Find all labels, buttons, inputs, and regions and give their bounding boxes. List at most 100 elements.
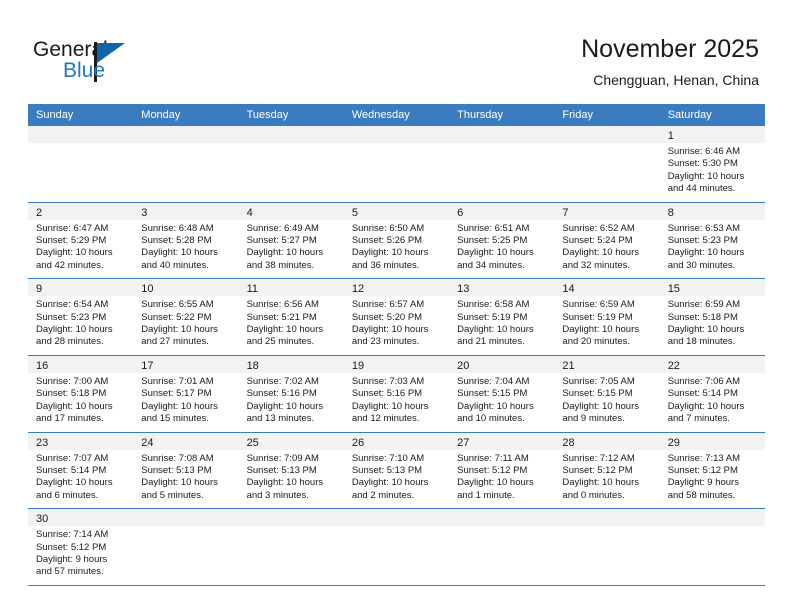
day-number-band: 23 xyxy=(28,432,134,450)
sunset-text: Sunset: 5:25 PM xyxy=(457,235,528,247)
day-number-band: 9 xyxy=(28,279,134,297)
calendar-day-cell[interactable]: 12 Sunrise: 6:57 AM Sunset: 5:20 PM Dayligh… xyxy=(343,279,450,355)
day-number-band: 16 xyxy=(28,355,134,373)
day-number-band xyxy=(554,509,660,527)
sunrise-text: Sunrise: 7:08 AM xyxy=(141,452,214,464)
daylight-text: Daylight: 10 hours xyxy=(667,247,745,259)
calendar-day-cell[interactable]: 15 Sunrise: 6:59 AM Sunset: 5:18 PM Dayligh… xyxy=(659,279,765,355)
daylight-text-cont: and 32 minutes. xyxy=(562,259,631,271)
calendar-day-cell[interactable]: 26 Sunrise: 7:10 AM Sunset: 5:13 PM Dayligh… xyxy=(343,432,450,509)
calendar-day-cell[interactable]: 14 Sunrise: 6:59 AM Sunset: 5:19 PM Dayligh… xyxy=(554,279,660,355)
calendar-day-cell[interactable]: 3 Sunrise: 6:48 AM Sunset: 5:28 PM Daylight… xyxy=(133,202,239,279)
calendar-day-cell[interactable]: 13 Sunrise: 6:58 AM Sunset: 5:19 PM Dayligh… xyxy=(449,279,555,355)
calendar-day-cell[interactable]: 28 Sunrise: 7:12 AM Sunset: 5:12 PM Dayligh… xyxy=(554,432,660,509)
daylight-text: Daylight: 10 hours xyxy=(141,247,218,259)
day-details: Sunrise: 7:09 AM Sunset: 5:13 PM Daylight:… xyxy=(239,450,344,509)
calendar-day-cell[interactable]: 17 Sunrise: 7:01 AM Sunset: 5:17 PM Dayligh… xyxy=(133,355,239,432)
daylight-text: Daylight: 10 hours xyxy=(36,477,113,489)
calendar-day-cell-empty xyxy=(554,126,660,202)
day-number: 25 xyxy=(246,436,259,449)
day-details: Sunrise: 7:13 AM Sunset: 5:12 PM Daylight:… xyxy=(660,450,765,509)
sunset-text: Sunset: 5:18 PM xyxy=(36,388,107,400)
calendar-day-cell[interactable]: 20 Sunrise: 7:04 AM Sunset: 5:15 PM Dayligh… xyxy=(449,355,555,432)
calendar-day-cell[interactable]: 27 Sunrise: 7:11 AM Sunset: 5:12 PM Dayligh… xyxy=(449,432,555,509)
calendar-day-cell[interactable]: 16 Sunrise: 7:00 AM Sunset: 5:18 PM Dayligh… xyxy=(28,355,134,432)
day-details: Sunrise: 7:02 AM Sunset: 5:16 PM Daylight:… xyxy=(239,373,344,432)
sunrise-text: Sunrise: 6:51 AM xyxy=(457,222,530,234)
calendar-day-cell[interactable]: 2 Sunrise: 6:47 AM Sunset: 5:29 PM Daylight… xyxy=(28,202,134,279)
sunset-text: Sunset: 5:13 PM xyxy=(246,464,317,476)
daylight-text-cont: and 23 minutes. xyxy=(351,336,420,348)
daylight-text: Daylight: 10 hours xyxy=(141,324,218,336)
calendar-day-cell[interactable]: 25 Sunrise: 7:09 AM Sunset: 5:13 PM Dayligh… xyxy=(238,432,344,509)
daylight-text-cont: and 2 minutes. xyxy=(351,489,415,501)
sunrise-text: Sunrise: 7:02 AM xyxy=(246,375,319,387)
day-number: 27 xyxy=(457,436,470,449)
calendar-day-cell[interactable]: 23 Sunrise: 7:07 AM Sunset: 5:14 PM Dayligh… xyxy=(28,432,134,509)
daylight-text: Daylight: 10 hours xyxy=(457,400,534,412)
day-number: 1 xyxy=(667,130,674,142)
daylight-text-cont: and 42 minutes. xyxy=(36,259,104,271)
title-block: November 2025 Chengguan, Henan, China xyxy=(581,34,759,90)
day-number: 10 xyxy=(141,283,154,296)
daylight-text-cont: and 6 minutes. xyxy=(36,489,99,501)
day-number-band xyxy=(343,509,450,527)
sunset-text: Sunset: 5:13 PM xyxy=(351,464,423,476)
daylight-text-cont: and 9 minutes. xyxy=(562,413,625,425)
calendar-day-cell[interactable]: 6 Sunrise: 6:51 AM Sunset: 5:25 PM Daylight… xyxy=(449,202,555,279)
weekday-header-friday: Friday xyxy=(562,109,593,121)
sunset-text: Sunset: 5:16 PM xyxy=(246,388,317,400)
day-details: Sunrise: 7:12 AM Sunset: 5:12 PM Daylight:… xyxy=(554,450,659,509)
calendar-day-cell[interactable]: 18 Sunrise: 7:02 AM Sunset: 5:16 PM Dayligh… xyxy=(238,355,344,432)
daylight-text-cont: and 40 minutes. xyxy=(141,259,209,271)
day-number: 18 xyxy=(246,359,259,372)
sunset-text: Sunset: 5:30 PM xyxy=(667,158,738,170)
calendar-day-cell[interactable]: 21 Sunrise: 7:05 AM Sunset: 5:15 PM Dayligh… xyxy=(554,355,660,432)
day-details: Sunrise: 7:10 AM Sunset: 5:13 PM Daylight:… xyxy=(344,450,449,509)
calendar-day-cell[interactable]: 24 Sunrise: 7:08 AM Sunset: 5:13 PM Dayligh… xyxy=(133,432,239,509)
day-details: Sunrise: 7:05 AM Sunset: 5:15 PM Daylight:… xyxy=(554,373,659,432)
daylight-text: Daylight: 9 hours xyxy=(667,477,739,489)
day-number-band: 13 xyxy=(449,279,555,297)
day-number: 16 xyxy=(36,359,49,372)
calendar-day-cell-empty xyxy=(133,126,239,202)
calendar-week-row: 30 Sunrise: 7:14 AM Sunset: 5:12 PM Dayligh… xyxy=(28,509,765,586)
calendar-page: General Blue November 2025 Chengguan, He… xyxy=(0,0,792,612)
calendar-week-row: 2 Sunrise: 6:47 AM Sunset: 5:29 PM Daylight… xyxy=(28,202,765,280)
calendar-day-cell[interactable]: 1 Sunrise: 6:46 AM Sunset: 5:30 PM Daylight… xyxy=(659,126,765,202)
sunset-text: Sunset: 5:20 PM xyxy=(351,311,423,323)
day-number-band: 1 xyxy=(659,126,765,143)
day-number-band: 28 xyxy=(554,432,660,450)
sunset-text: Sunset: 5:12 PM xyxy=(457,464,528,476)
sunrise-text: Sunrise: 6:49 AM xyxy=(246,222,319,234)
sunrise-text: Sunrise: 7:00 AM xyxy=(36,375,109,387)
day-details: Sunrise: 6:51 AM Sunset: 5:25 PM Daylight:… xyxy=(449,220,554,279)
calendar-day-cell[interactable]: 19 Sunrise: 7:03 AM Sunset: 5:16 PM Dayligh… xyxy=(343,355,450,432)
sunset-text: Sunset: 5:14 PM xyxy=(667,388,738,400)
calendar-day-cell[interactable]: 4 Sunrise: 6:49 AM Sunset: 5:27 PM Daylight… xyxy=(238,202,344,279)
calendar-day-cell-empty xyxy=(449,509,555,585)
calendar-day-cell[interactable]: 7 Sunrise: 6:52 AM Sunset: 5:24 PM Daylight… xyxy=(554,202,660,279)
calendar-day-cell[interactable]: 10 Sunrise: 6:55 AM Sunset: 5:22 PM Dayligh… xyxy=(133,279,239,355)
calendar-day-cell[interactable]: 30 Sunrise: 7:14 AM Sunset: 5:12 PM Dayligh… xyxy=(28,509,134,585)
calendar-day-cell[interactable]: 22 Sunrise: 7:06 AM Sunset: 5:14 PM Dayligh… xyxy=(659,355,765,432)
day-details: Sunrise: 6:54 AM Sunset: 5:23 PM Daylight:… xyxy=(28,296,133,355)
calendar-day-cell[interactable]: 29 Sunrise: 7:13 AM Sunset: 5:12 PM Dayligh… xyxy=(659,432,765,509)
calendar-day-cell[interactable]: 11 Sunrise: 6:56 AM Sunset: 5:21 PM Dayligh… xyxy=(238,279,344,355)
daylight-text-cont: and 25 minutes. xyxy=(246,336,315,348)
day-number: 13 xyxy=(457,283,470,296)
daylight-text: Daylight: 10 hours xyxy=(36,247,113,259)
calendar-day-cell[interactable]: 5 Sunrise: 6:50 AM Sunset: 5:26 PM Daylight… xyxy=(343,202,450,279)
page-header: General Blue November 2025 Chengguan, He… xyxy=(0,0,792,104)
calendar-day-cell[interactable]: 9 Sunrise: 6:54 AM Sunset: 5:23 PM Daylight… xyxy=(28,279,134,355)
day-number-band: 10 xyxy=(133,279,239,297)
day-number: 17 xyxy=(141,359,154,372)
calendar-day-cell[interactable]: 8 Sunrise: 6:53 AM Sunset: 5:23 PM Daylight… xyxy=(659,202,765,279)
weekday-header-thursday: Thursday xyxy=(457,109,503,121)
calendar-day-cell-empty xyxy=(28,126,134,202)
daylight-text: Daylight: 10 hours xyxy=(246,247,324,259)
day-details: Sunrise: 6:59 AM Sunset: 5:18 PM Daylight:… xyxy=(660,296,765,355)
day-number: 19 xyxy=(351,359,365,372)
day-details: Sunrise: 6:46 AM Sunset: 5:30 PM Daylight:… xyxy=(660,143,765,202)
day-number-band: 4 xyxy=(238,202,344,220)
